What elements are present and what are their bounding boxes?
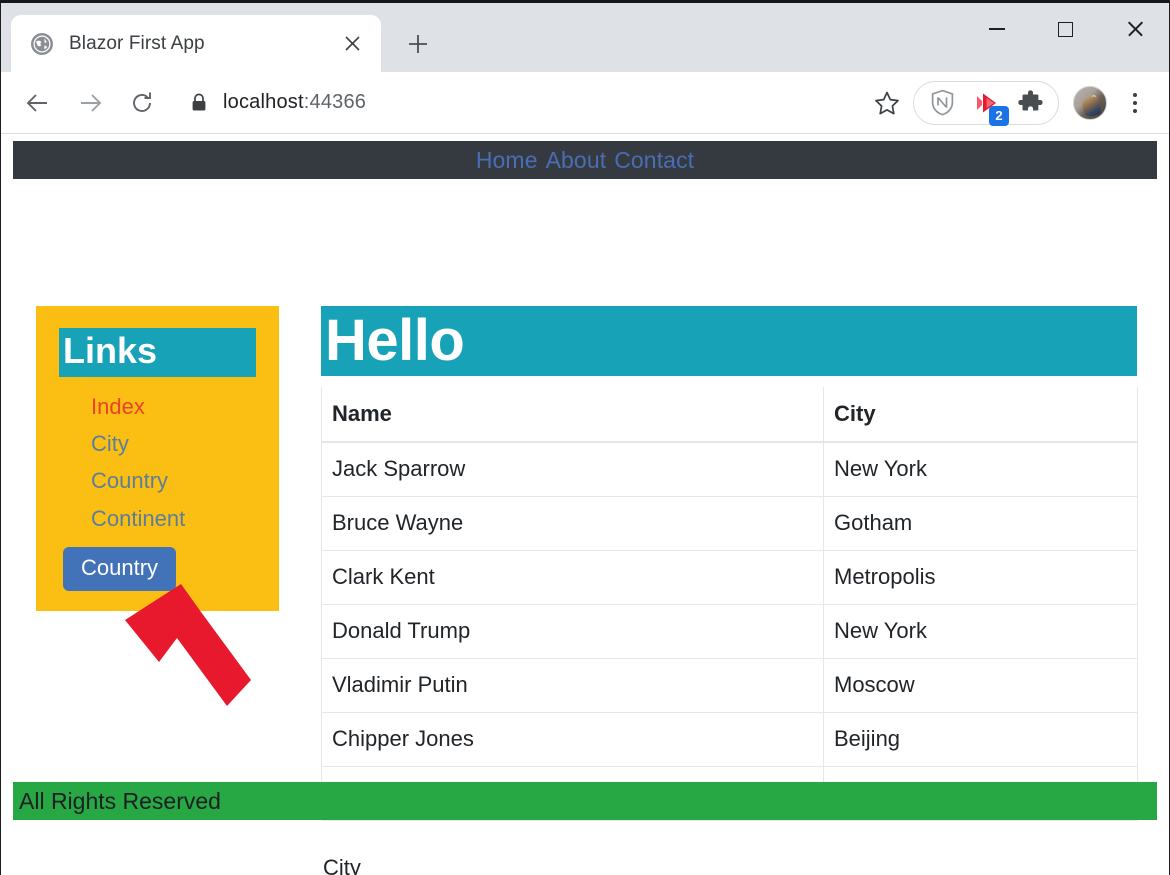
nav-link-about[interactable]: About <box>546 147 607 174</box>
page-footer: All Rights Reserved <box>13 782 1157 820</box>
tab-strip: Blazor First App <box>1 3 1169 72</box>
cell-name: Jack Sparrow <box>321 441 824 497</box>
star-icon[interactable] <box>865 81 909 125</box>
cell-name: Vladimir Putin <box>321 658 824 713</box>
sidebar-item-index[interactable]: Index <box>91 394 145 419</box>
extension-pill: 2 <box>913 80 1059 126</box>
browser-tab[interactable]: Blazor First App <box>11 15 381 72</box>
cell-city: Gotham <box>823 496 1138 551</box>
lock-icon <box>191 93 207 112</box>
reload-icon[interactable] <box>121 82 163 124</box>
forward-arrow-icon[interactable] <box>69 82 111 124</box>
kebab-menu-icon[interactable] <box>1115 81 1155 125</box>
cell-name: Donald Trump <box>321 604 824 659</box>
close-window-icon[interactable] <box>1100 3 1169 55</box>
toolbar-actions: 2 <box>865 80 1155 126</box>
cell-city: New York <box>823 441 1138 497</box>
table-row: Jack Sparrow New York <box>321 441 1138 497</box>
sidebar-item-country[interactable]: Country <box>91 468 168 493</box>
table-row: Vladimir Putin Moscow <box>321 658 1138 713</box>
sidebar-item-continent[interactable]: Continent <box>91 506 185 531</box>
column-header-name: Name <box>321 387 824 443</box>
url-host: localhost <box>223 91 304 113</box>
cell-name: Clark Kent <box>321 550 824 605</box>
table-body: Jack Sparrow New York Bruce Wayne Gotham… <box>321 441 1138 821</box>
minimize-icon[interactable] <box>962 3 1031 55</box>
nav-link-home[interactable]: Home <box>476 147 538 174</box>
page-viewport: Home About Contact Links Index City Countr… <box>1 134 1169 875</box>
sidebar-links-panel: Links Index City Country Continent Count… <box>36 306 279 611</box>
sidebar-heading: Links <box>59 328 256 377</box>
table-row: Bruce Wayne Gotham <box>321 496 1138 551</box>
cell-name: Bruce Wayne <box>321 496 824 551</box>
table-header-row: Name City <box>321 387 1138 443</box>
list-item: Country <box>91 463 279 499</box>
table-head: Name City <box>321 387 1138 443</box>
people-table: Name City Jack Sparrow New York Bruce Wa… <box>321 387 1138 821</box>
cell-city: Moscow <box>823 658 1138 713</box>
globe-icon <box>31 32 53 55</box>
city-field-label: City <box>323 855 361 875</box>
list-item: Index <box>91 389 279 425</box>
table-row: Donald Trump New York <box>321 604 1138 659</box>
cell-name: Chipper Jones <box>321 712 824 767</box>
footer-text: All Rights Reserved <box>19 787 221 814</box>
address-toolbar: localhost:44366 2 <box>1 72 1169 134</box>
hero-banner: Hello <box>321 306 1137 376</box>
close-icon[interactable] <box>339 31 365 57</box>
cell-city: Metropolis <box>823 550 1138 605</box>
table-row: Chipper Jones Beijing <box>321 712 1138 767</box>
url-text: localhost:44366 <box>223 91 366 114</box>
country-button[interactable]: Country <box>63 546 177 591</box>
browser-window: Blazor First App localhost:44366 2 Home … <box>0 0 1170 875</box>
back-arrow-icon[interactable] <box>17 82 59 124</box>
sidebar-item-city[interactable]: City <box>91 431 129 456</box>
column-header-city: City <box>823 387 1138 443</box>
tab-title: Blazor First App <box>69 32 205 54</box>
new-tab-button[interactable] <box>395 21 441 67</box>
window-controls <box>962 3 1169 55</box>
nav-link-contact[interactable]: Contact <box>614 147 694 174</box>
page-title: Hello <box>325 308 465 374</box>
list-item: Continent <box>91 501 279 537</box>
table-row: Clark Kent Metropolis <box>321 550 1138 605</box>
url-bar[interactable]: localhost:44366 <box>173 83 865 123</box>
sidebar-link-list: Index City Country Continent <box>36 389 279 537</box>
media-play-icon[interactable]: 2 <box>964 81 1009 126</box>
list-item: City <box>91 426 279 462</box>
media-badge: 2 <box>989 105 1009 126</box>
url-port: :44366 <box>303 91 367 113</box>
maximize-icon[interactable] <box>1031 3 1100 55</box>
puzzle-piece-icon[interactable] <box>1008 81 1052 125</box>
avatar[interactable] <box>1073 85 1107 120</box>
site-nav: Home About Contact <box>13 141 1157 179</box>
cell-city: Beijing <box>823 712 1138 767</box>
shield-icon[interactable] <box>920 81 964 125</box>
cell-city: New York <box>823 604 1138 659</box>
